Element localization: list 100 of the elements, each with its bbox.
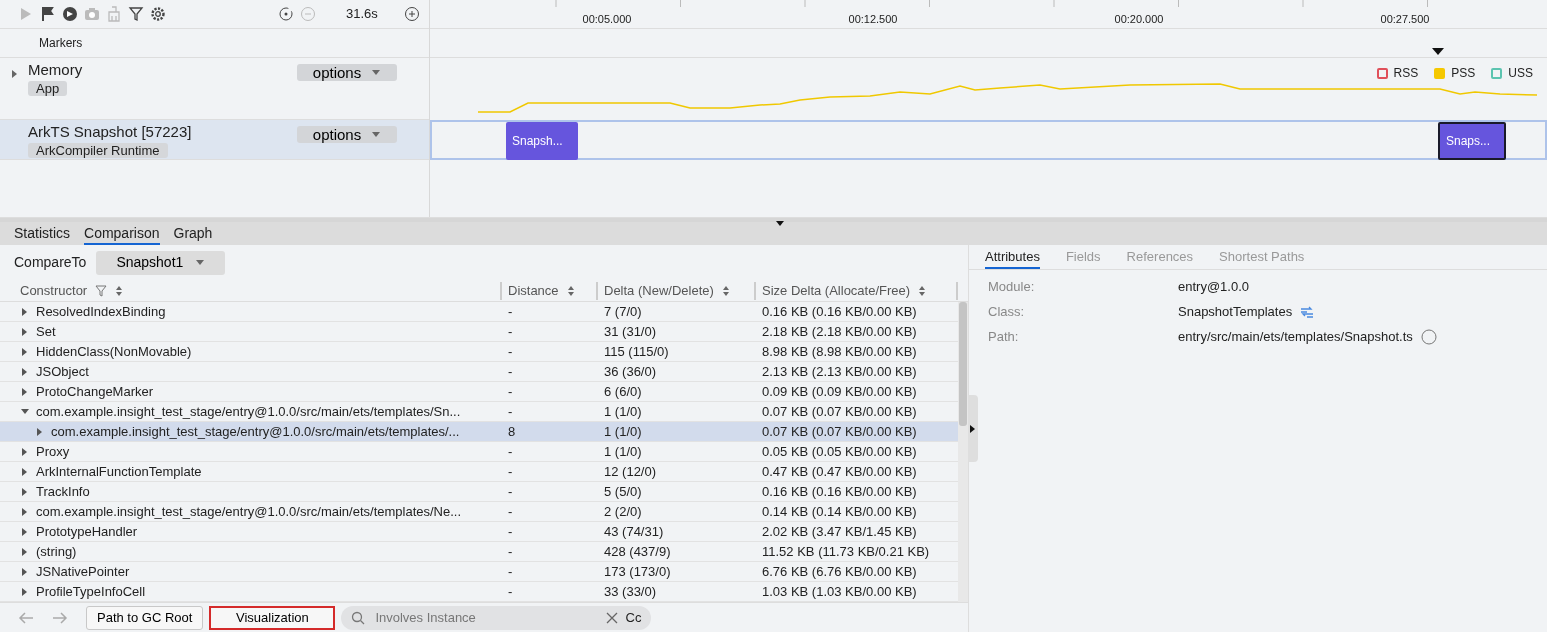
filter-icon[interactable] — [128, 6, 144, 22]
collapse-handle[interactable] — [968, 395, 978, 462]
time-label: 00:27.500 — [1380, 12, 1430, 27]
legend-label: USS — [1508, 65, 1533, 82]
attribute-value: entry/src/main/ets/templates/Snapshot.ts — [1178, 327, 1413, 346]
table-row[interactable]: com.example.insight_test_stage/entry@1.0.0/src/main/ets/templates/... 8 1 (1/0) 0.07 KB (0.07 KB/0.00 KB) — [0, 422, 958, 442]
column-header[interactable]: Size Delta (Allocate/Free) — [762, 280, 911, 301]
table-cell-text: 0.14 KB (0.14 KB/0.00 KB) — [761, 503, 918, 521]
scrollbar-thumb[interactable] — [959, 302, 967, 426]
table-cell-text: 0.16 KB (0.16 KB/0.00 KB) — [761, 483, 918, 501]
column-header[interactable]: Constructor — [20, 280, 88, 301]
attribute-label: Class: — [988, 302, 1026, 321]
table-cell-text: 1.03 KB (1.03 KB/0.00 KB) — [761, 583, 918, 601]
tab[interactable]: Statistics — [14, 223, 70, 245]
sort-icon[interactable] — [721, 284, 730, 297]
table-row[interactable]: TrackInfo - 5 (5/0) 0.16 KB (0.16 KB/0.00 KB) — [0, 482, 958, 502]
attribute-label: Path: — [988, 327, 1020, 346]
table-cell-text: 33 (33/0) — [603, 583, 658, 601]
sort-icon[interactable] — [918, 284, 927, 297]
help-icon[interactable] — [1420, 328, 1437, 345]
jump-icon[interactable] — [1300, 305, 1315, 318]
tab[interactable]: Comparison — [84, 223, 160, 245]
track-tag: App — [28, 81, 68, 96]
table-row[interactable]: ProtoChangeMarker - 6 (6/0) 0.09 KB (0.09 KB/0.00 KB) — [0, 382, 958, 402]
footer-button[interactable]: Path to GC Root — [86, 605, 204, 630]
table-cell-text: 0.16 KB (0.16 KB/0.00 KB) — [761, 303, 918, 321]
table-cell-text: 2.13 KB (2.13 KB/0.00 KB) — [761, 363, 918, 381]
table-cell-text: - — [507, 483, 514, 501]
table-row[interactable]: Proxy - 1 (1/0) 0.05 KB (0.05 KB/0.00 KB) — [0, 442, 958, 462]
table-cell-text: 8.98 KB (8.98 KB/0.00 KB) — [761, 343, 918, 361]
table-row[interactable]: JSNativePointer - 173 (173/0) 6.76 KB (6.76 KB/0.00 KB) — [0, 562, 958, 582]
table-cell-text: 2.18 KB (2.18 KB/0.00 KB) — [761, 323, 918, 341]
footer-button[interactable]: Visualization — [209, 605, 336, 630]
duration-label: 31.6s — [346, 5, 378, 24]
table-cell-text: com.example.insight_test_stage/entry@1.0.0/src/main/ets/templates/Ne... — [36, 503, 462, 521]
settings-icon[interactable] — [150, 6, 166, 22]
search-field[interactable]: Involves Instance Cc — [341, 605, 652, 630]
flag-icon[interactable] — [40, 6, 56, 22]
table-cell-text: com.example.insight_test_stage/entry@1.0.0/src/main/ets/templates/... — [51, 423, 460, 441]
table-cell-text: TrackInfo — [36, 483, 90, 501]
table-row[interactable]: JSObject - 36 (36/0) 2.13 KB (2.13 KB/0.00 KB) — [0, 362, 958, 382]
table-cell-text: Proxy — [36, 443, 70, 461]
table-cell-text: HiddenClass(NonMovable) — [36, 343, 192, 361]
table-cell-text: - — [507, 523, 514, 541]
legend-swatch[interactable] — [1434, 67, 1446, 79]
legend-swatch[interactable] — [1376, 67, 1388, 79]
legend-label: PSS — [1451, 65, 1476, 82]
clear-icon[interactable] — [605, 611, 618, 624]
sort-icon[interactable] — [115, 284, 124, 297]
track-header[interactable]: ArkTS Snapshot [57223] ArkCompiler Runtime options — [0, 120, 429, 160]
track-name: ArkTS Snapshot [57223] — [28, 123, 192, 141]
table-cell-text: 428 (437/9) — [603, 543, 672, 561]
sort-icon[interactable] — [566, 284, 575, 297]
snapshot-block[interactable]: Snaps... — [1438, 122, 1506, 160]
table-row[interactable]: com.example.insight_test_stage/entry@1.0.0/src/main/ets/templates/Ne... - 2 (2/0) 0.14 KB (0.14 KB/0.00 KB) — [0, 502, 958, 522]
zoom-in-icon[interactable] — [403, 6, 420, 22]
search-icon — [351, 610, 366, 625]
table-cell-text: PrototypeHandler — [36, 523, 138, 541]
table-cell-text: 6.76 KB (6.76 KB/0.00 KB) — [761, 563, 918, 581]
column-header[interactable]: Distance — [508, 280, 559, 301]
track-name: Memory — [28, 61, 83, 79]
reset-icon[interactable] — [278, 6, 294, 22]
table-cell-text: - — [507, 443, 514, 461]
options-dropdown[interactable]: options — [297, 126, 397, 143]
legend-label: RSS — [1393, 65, 1419, 82]
column-header[interactable]: Delta (New/Delete) — [604, 280, 714, 301]
table-row[interactable]: HiddenClass(NonMovable) - 115 (115/0) 8.98 KB (8.98 KB/0.00 KB) — [0, 342, 958, 362]
legend-swatch[interactable] — [1491, 67, 1503, 79]
options-dropdown[interactable]: options — [297, 64, 397, 81]
marker-icon[interactable] — [1432, 48, 1444, 56]
tab[interactable]: Attributes — [985, 247, 1040, 269]
table-cell-text: - — [507, 583, 514, 601]
time-label: 00:20.000 — [1114, 12, 1164, 27]
tab[interactable]: Graph — [173, 223, 213, 245]
table-row[interactable]: (string) - 428 (437/9) 11.52 KB (11.73 KB/0.21 KB) — [0, 542, 958, 562]
filter-icon[interactable] — [95, 284, 108, 297]
table-row[interactable]: ResolvedIndexBinding - 7 (7/0) 0.16 KB (0.16 KB/0.00 KB) — [0, 302, 958, 322]
table-row[interactable]: Set - 31 (31/0) 2.18 KB (2.18 KB/0.00 KB) — [0, 322, 958, 342]
table-row[interactable]: ArkInternalFunctionTemplate - 12 (12/0) 0.47 KB (0.47 KB/0.00 KB) — [0, 462, 958, 482]
table-cell-text: - — [507, 503, 514, 521]
table-cell-text: 1 (1/0) — [603, 443, 643, 461]
table-cell-text: - — [507, 563, 514, 581]
table-cell-text: 0.09 KB (0.09 KB/0.00 KB) — [761, 383, 918, 401]
table-cell-text: 173 (173/0) — [603, 563, 672, 581]
track-tag: ArkCompiler Runtime — [28, 143, 168, 158]
markers-label: Markers — [39, 35, 83, 52]
table-cell-text: ProfileTypeInfoCell — [36, 583, 146, 601]
time-label: 00:12.500 — [848, 12, 898, 27]
case-toggle[interactable]: Cc — [625, 607, 642, 628]
table-row[interactable]: PrototypeHandler - 43 (74/31) 2.02 KB (3.47 KB/1.45 KB) — [0, 522, 958, 542]
table-cell-text: - — [507, 463, 514, 481]
record-icon[interactable] — [62, 6, 78, 22]
table-cell-text: - — [507, 383, 514, 401]
table-cell-text: 1 (1/0) — [603, 403, 643, 421]
table-cell-text: JSObject — [36, 363, 89, 381]
table-row[interactable]: ProfileTypeInfoCell - 33 (33/0) 1.03 KB (1.03 KB/0.00 KB) — [0, 582, 958, 602]
table-cell-text: 0.47 KB (0.47 KB/0.00 KB) — [761, 463, 918, 481]
snapshot-block[interactable]: Snapsh... — [506, 122, 578, 160]
snapshot-dropdown[interactable]: Snapshot1 — [96, 250, 226, 275]
table-cell-text: - — [507, 363, 514, 381]
